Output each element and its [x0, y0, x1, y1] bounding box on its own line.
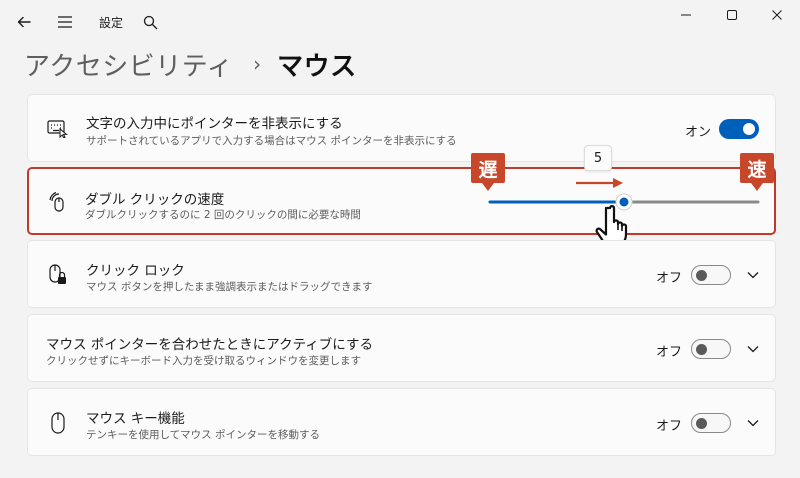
- breadcrumb: アクセシビリティ › マウス: [24, 44, 357, 84]
- chevron-down-icon[interactable]: [746, 268, 760, 282]
- setting-click-lock[interactable]: クリック ロック マウス ボタンを押したまま強調表示またはドラッグできます オフ: [27, 240, 776, 308]
- page-title: マウス: [277, 51, 357, 82]
- fast-label-badge: 速: [740, 153, 774, 183]
- search-icon[interactable]: [138, 10, 162, 34]
- close-icon[interactable]: [754, 4, 800, 26]
- setting-mouse-keys[interactable]: マウス キー機能 テンキーを使用してマウス ポインターを移動する オフ: [27, 388, 776, 456]
- back-arrow-icon[interactable]: [12, 10, 36, 34]
- toggle-state-label: オフ: [656, 271, 683, 286]
- setting-activate-on-hover[interactable]: マウス ポインターを合わせたときにアクティブにする クリックせずにキーボード入力…: [27, 314, 776, 382]
- menu-icon[interactable]: [53, 10, 77, 34]
- setting-hide-pointer: 文字の入力中にポインターを非表示にする サポートされているアプリで入力する場合は…: [27, 94, 776, 162]
- toggle-state-label: オン: [685, 125, 712, 140]
- activate-on-hover-toggle[interactable]: [691, 339, 731, 359]
- slow-label-badge: 遅: [471, 153, 505, 183]
- setting-description: テンキーを使用してマウス ポインターを移動する: [86, 429, 321, 441]
- fast-badge-pointer: [751, 183, 763, 191]
- breadcrumb-parent[interactable]: アクセシビリティ: [24, 46, 233, 83]
- setting-description: クリックせずにキーボード入力を受け取るウィンドウを変更します: [46, 355, 361, 367]
- chevron-down-icon[interactable]: [746, 342, 760, 356]
- setting-double-click-speed: ダブル クリックの速度 ダブルクリックするのに 2 回のクリックの間に必要な時間: [27, 167, 776, 235]
- click-lock-icon: [46, 263, 70, 287]
- breadcrumb-separator: ›: [253, 52, 262, 76]
- mouse-keys-toggle[interactable]: [691, 413, 731, 433]
- setting-title: マウス キー機能: [86, 411, 185, 427]
- mouse-icon: [46, 411, 70, 435]
- minimize-icon[interactable]: [663, 4, 709, 26]
- title-bar: 設定: [0, 0, 800, 44]
- setting-title: クリック ロック: [86, 263, 185, 279]
- setting-description: ダブルクリックするのに 2 回のクリックの間に必要な時間: [85, 209, 361, 221]
- maximize-icon[interactable]: [709, 4, 755, 26]
- hide-pointer-toggle[interactable]: [719, 119, 759, 139]
- double-click-icon: [47, 190, 71, 214]
- setting-title: マウス ポインターを合わせたときにアクティブにする: [46, 337, 373, 353]
- chevron-down-icon[interactable]: [746, 416, 760, 430]
- click-lock-toggle[interactable]: [691, 265, 731, 285]
- setting-description: マウス ボタンを押したまま強調表示またはドラッグできます: [86, 281, 373, 293]
- slow-badge-pointer: [482, 183, 494, 191]
- window-title: 設定: [99, 16, 124, 30]
- slider-value-tooltip: 5: [584, 145, 612, 171]
- toggle-state-label: オフ: [656, 419, 683, 434]
- toggle-state-label: オフ: [656, 345, 683, 360]
- hide-pointer-icon: [46, 117, 70, 141]
- setting-title: ダブル クリックの速度: [85, 192, 225, 208]
- setting-description: サポートされているアプリで入力する場合はマウス ポインターを非表示にする: [86, 135, 457, 147]
- setting-title: 文字の入力中にポインターを非表示にする: [86, 116, 343, 132]
